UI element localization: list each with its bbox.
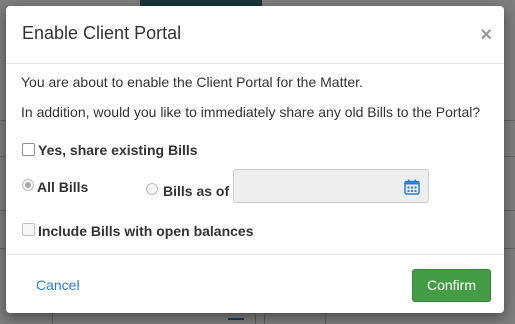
- question-text: In addition, would you like to immediate…: [21, 104, 481, 120]
- modal-header: Enable Client Portal ×: [6, 6, 504, 64]
- intro-text: You are about to enable the Client Porta…: [21, 74, 363, 90]
- all-bills-radio[interactable]: [22, 179, 34, 191]
- include-open-balances-label[interactable]: Include Bills with open balances: [38, 223, 254, 239]
- bills-as-of-radio[interactable]: [146, 183, 158, 195]
- modal-footer: Cancel Confirm: [6, 254, 504, 313]
- close-icon[interactable]: ×: [480, 25, 492, 45]
- enable-client-portal-dialog: Enable Client Portal × You are about to …: [6, 6, 504, 313]
- share-existing-bills-label[interactable]: Yes, share existing Bills: [38, 142, 198, 158]
- confirm-button[interactable]: Confirm: [412, 269, 491, 302]
- bills-as-of-date-input[interactable]: [233, 169, 429, 203]
- cancel-button[interactable]: Cancel: [36, 277, 80, 293]
- modal-body: You are about to enable the Client Porta…: [6, 65, 504, 255]
- all-bills-label[interactable]: All Bills: [37, 179, 88, 195]
- include-open-balances-checkbox[interactable]: [22, 223, 35, 236]
- calendar-icon[interactable]: [404, 179, 420, 195]
- modal-title: Enable Client Portal: [22, 23, 182, 43]
- share-existing-bills-checkbox[interactable]: [22, 143, 35, 156]
- bills-as-of-label[interactable]: Bills as of: [163, 183, 229, 199]
